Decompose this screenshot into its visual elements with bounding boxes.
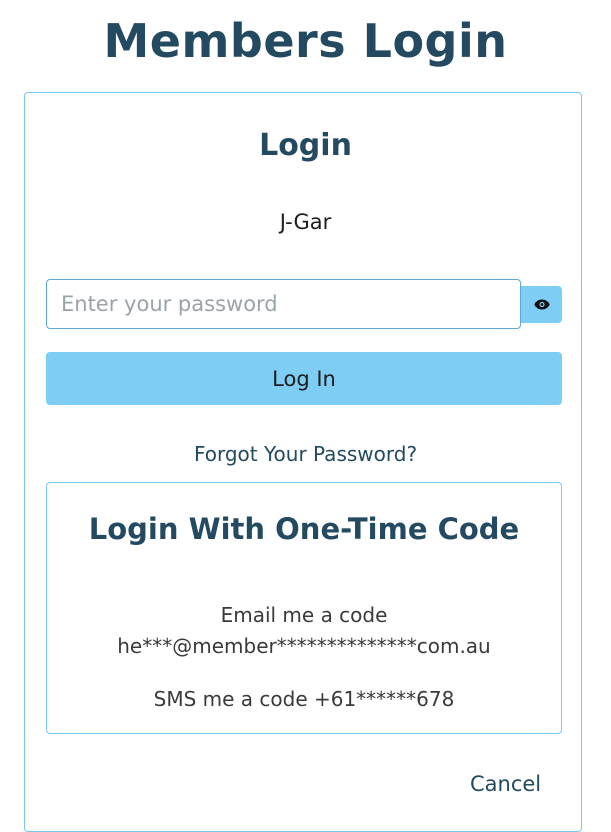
login-card-title: Login xyxy=(259,128,352,163)
forgot-password-link[interactable]: Forgot Your Password? xyxy=(0,442,611,466)
email-code-option[interactable]: Email me a code he***@member************… xyxy=(46,600,562,662)
one-time-code-title: Login With One-Time Code xyxy=(88,512,520,546)
password-input[interactable] xyxy=(46,279,521,329)
sms-code-option[interactable]: SMS me a code +61******678 xyxy=(46,687,562,711)
eye-icon xyxy=(533,299,550,310)
log-in-button[interactable]: Log In xyxy=(46,352,562,405)
email-code-label: Email me a code xyxy=(220,603,388,627)
email-address: he***@member**************com.au xyxy=(117,634,491,658)
show-password-button[interactable] xyxy=(521,286,562,323)
page-title: Members Login xyxy=(103,14,508,68)
username-label: J-Gar xyxy=(279,210,332,234)
cancel-link[interactable]: Cancel xyxy=(470,772,541,796)
